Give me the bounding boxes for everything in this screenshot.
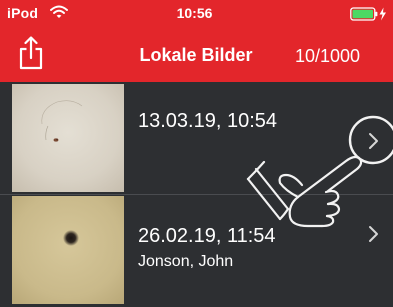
share-icon	[19, 36, 43, 70]
status-time: 10:56	[176, 5, 213, 21]
nav-bar: iPod 10:56 Lokale Bilder 10/1000	[0, 0, 393, 82]
image-date: 26.02.19, 11:54	[138, 225, 276, 247]
share-button[interactable]	[18, 36, 44, 70]
page-title: Lokale Bilder	[139, 45, 253, 65]
battery-charging-icon	[350, 7, 386, 21]
image-thumbnail	[12, 84, 124, 192]
app-screen: iPod 10:56 Lokale Bilder 10/1000 13.03.1…	[0, 0, 393, 307]
patient-name: Jonson, John	[138, 253, 234, 270]
image-date: 13.03.19, 10:54	[138, 110, 278, 132]
chevron-right-icon[interactable]	[368, 225, 380, 243]
chevron-right-icon[interactable]	[368, 132, 380, 150]
image-counter: 10/1000	[295, 46, 361, 66]
list-item[interactable]: 26.02.19, 11:54 Jonson, John	[0, 195, 393, 307]
list-item[interactable]: 13.03.19, 10:54	[0, 82, 393, 194]
image-list: 13.03.19, 10:54 26.02.19, 11:54 Jonson, …	[0, 82, 393, 307]
image-thumbnail	[12, 196, 124, 304]
